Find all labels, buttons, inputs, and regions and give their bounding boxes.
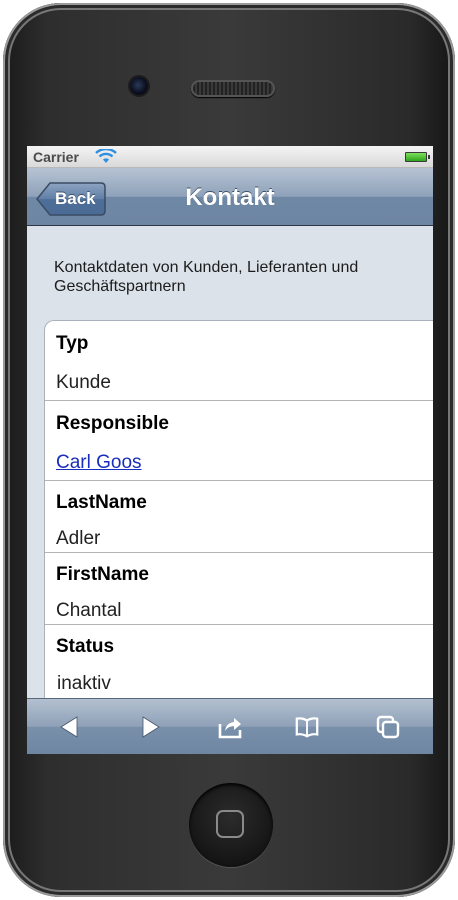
- field-typ: Typ Kunde: [45, 321, 433, 401]
- field-status: Status inaktiv: [45, 625, 433, 699]
- field-lastname: LastName Adler: [45, 481, 433, 553]
- speaker-grille: [191, 80, 275, 97]
- front-camera-icon: [130, 77, 148, 95]
- field-label: Status: [56, 636, 115, 657]
- field-label: FirstName: [56, 564, 149, 585]
- status-bar: Carrier: [27, 146, 433, 168]
- battery-full-icon: [405, 152, 430, 162]
- back-arrow-icon[interactable]: [57, 714, 83, 740]
- carrier-label: Carrier: [33, 149, 79, 165]
- intro-description: Kontaktdaten von Kunden, Lieferanten und…: [54, 259, 359, 295]
- forward-arrow-icon[interactable]: [137, 714, 163, 740]
- field-value: inaktiv: [57, 673, 111, 694]
- page-title: Kontakt: [185, 184, 275, 211]
- field-firstname: FirstName Chantal: [45, 553, 433, 625]
- wifi-icon: [95, 149, 117, 163]
- field-value: Kunde: [56, 372, 111, 393]
- home-square-icon: [216, 810, 244, 838]
- navigation-bar: Back Kontakt: [27, 168, 433, 226]
- field-label: Responsible: [56, 413, 169, 434]
- responsible-link[interactable]: Carl Goos: [56, 452, 142, 474]
- field-label: Typ: [56, 333, 89, 354]
- tabs-icon[interactable]: [375, 714, 401, 740]
- home-button[interactable]: [189, 783, 273, 867]
- field-label: LastName: [56, 492, 147, 513]
- bookmarks-icon[interactable]: [294, 714, 320, 740]
- share-icon[interactable]: [217, 714, 243, 740]
- field-value: Chantal: [56, 600, 122, 621]
- browser-toolbar: [27, 698, 433, 754]
- field-responsible: Responsible Carl Goos: [45, 401, 433, 481]
- details-card: Typ Kunde Responsible Carl Goos LastName…: [44, 320, 433, 700]
- field-value: Adler: [56, 528, 101, 549]
- phone-screen: Carrier Back Kontakt Kontaktdaten von Ku…: [27, 146, 433, 754]
